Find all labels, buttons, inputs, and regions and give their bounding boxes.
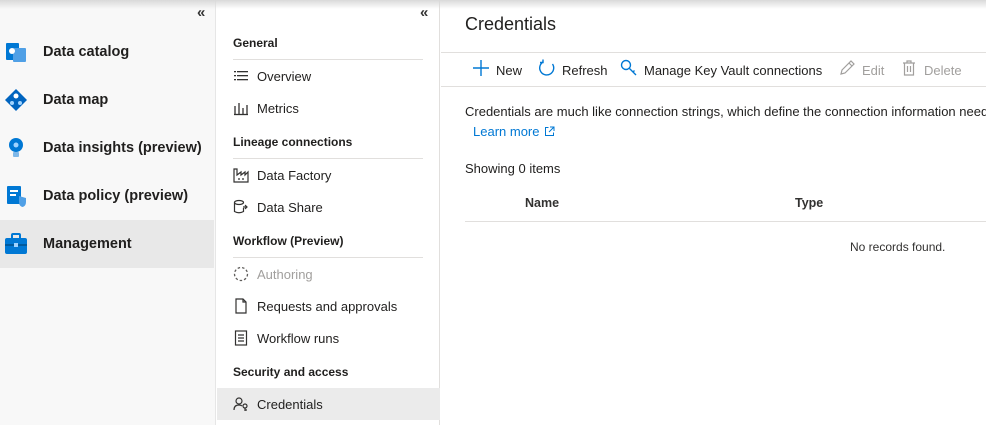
menu-label: Metrics [257,100,299,116]
manage-key-vault-label: Manage Key Vault connections [644,62,823,78]
data-share-icon [232,198,250,216]
menu-item-data-share[interactable]: Data Share [217,191,440,223]
menu-item-overview[interactable]: Overview [217,60,440,92]
menu-label: Data Factory [257,167,332,183]
menu-label: Workflow runs [257,330,340,346]
checklist-icon [232,329,250,347]
nav-label: Data map [43,92,109,108]
data-insights-icon [2,134,30,162]
new-button[interactable]: New [472,57,522,83]
command-bar: New Refresh Manage Key Vault connections… [441,52,986,87]
nav-item-data-map[interactable]: Data map [0,76,214,124]
nav-item-data-catalog[interactable]: Data catalog [0,28,214,76]
column-header-type[interactable]: Type [795,196,823,210]
data-map-icon [2,86,30,114]
refresh-icon [538,59,556,82]
menu-item-authoring[interactable]: Authoring [217,258,440,290]
divider [465,221,986,222]
nav-label: Management [43,236,132,252]
delete-label: Delete [924,62,962,78]
collapse-left-nav-button[interactable]: « [197,5,205,20]
learn-more-label: Learn more [473,124,540,139]
main-content: Credentials New Refresh Manage Key Vault… [441,0,986,425]
menu-label: Authoring [257,266,313,282]
nav-item-management[interactable]: Management [0,220,214,268]
refresh-label: Refresh [562,62,608,78]
manage-key-vault-button[interactable]: Manage Key Vault connections [620,57,822,83]
items-count: Showing 0 items [465,161,561,176]
metrics-icon [232,99,250,117]
key-icon [620,59,638,82]
menu-label: Credentials [257,396,323,412]
plus-icon [472,59,490,82]
menu-item-requests-approvals[interactable]: Requests and approvals [217,290,440,322]
delete-button[interactable]: Delete [900,57,962,83]
section-header-general: General [233,36,278,50]
collapse-menu-button[interactable]: « [420,5,428,20]
management-menu: « General Overview Metrics Lineage conne… [217,0,440,425]
menu-item-data-factory[interactable]: Data Factory [217,159,440,191]
authoring-icon [232,265,250,283]
document-icon [232,297,250,315]
refresh-button[interactable]: Refresh [538,57,608,83]
menu-item-workflow-runs[interactable]: Workflow runs [217,322,440,354]
section-header-workflow: Workflow (Preview) [233,234,344,248]
menu-label: Data Share [257,199,323,215]
management-icon [2,230,30,258]
page-title: Credentials [465,14,557,34]
data-factory-icon [232,166,250,184]
edit-button[interactable]: Edit [838,57,884,83]
empty-state-message: No records found. [850,240,946,254]
nav-label: Data policy (preview) [43,188,189,204]
data-policy-icon [2,182,30,210]
learn-more-link[interactable]: Learn more [473,124,555,139]
menu-item-credentials[interactable]: Credentials [217,388,440,420]
section-header-security: Security and access [233,365,349,379]
edit-label: Edit [862,62,885,78]
left-nav: « Data catalog Data map Data insights (p… [0,0,216,425]
nav-label: Data insights (preview) [43,140,202,156]
trash-icon [900,59,918,82]
menu-label: Requests and approvals [257,298,398,314]
menu-item-metrics[interactable]: Metrics [217,92,440,124]
credentials-icon [232,395,250,413]
data-catalog-icon [2,38,30,66]
nav-label: Data catalog [43,44,130,60]
menu-label: Overview [257,68,312,84]
pencil-icon [838,59,856,82]
external-link-icon [544,126,555,137]
nav-item-data-policy[interactable]: Data policy (preview) [0,172,214,220]
column-header-name[interactable]: Name [525,196,559,210]
nav-item-data-insights[interactable]: Data insights (preview) [0,124,214,172]
description-text: Credentials are much like connection str… [465,104,986,119]
new-label: New [496,62,523,78]
list-icon [232,67,250,85]
section-header-lineage: Lineage connections [233,135,353,149]
